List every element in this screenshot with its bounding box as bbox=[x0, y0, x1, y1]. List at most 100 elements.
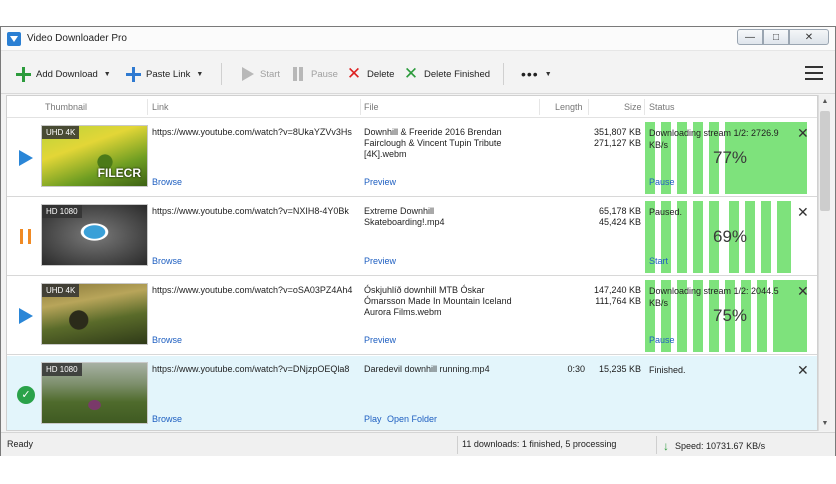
ready-text: Ready bbox=[7, 439, 34, 449]
title-bar: Video Downloader Pro — □ ✕ bbox=[1, 27, 835, 51]
vertical-scrollbar[interactable]: ▲ ▼ bbox=[818, 95, 830, 431]
status-cell: Finished. bbox=[645, 359, 807, 430]
status-bar: Ready 11 downloads: 1 finished, 5 proces… bbox=[1, 432, 835, 456]
column-length[interactable]: Length bbox=[555, 102, 583, 112]
start-button[interactable]: Start bbox=[239, 66, 280, 82]
video-thumbnail: HD 1080 bbox=[41, 362, 148, 424]
pause-button[interactable]: Pause bbox=[290, 66, 338, 82]
delete-finished-label: Delete Finished bbox=[424, 68, 491, 80]
column-thumbnail[interactable]: Thumbnail bbox=[45, 102, 87, 112]
start-link[interactable]: Start bbox=[649, 256, 668, 266]
file-name: Downhill & Freeride 2016 Brendan Fairclo… bbox=[364, 127, 502, 159]
file-name: Óskjuhlíð downhill MTB Óskar Ómarsson Ma… bbox=[364, 285, 512, 317]
link-url: https://www.youtube.com/watch?v=8UkaYZVv… bbox=[152, 127, 352, 137]
browse-link[interactable]: Browse bbox=[152, 414, 182, 424]
size-values: 65,178 KB 45,424 KB bbox=[598, 206, 641, 227]
download-row[interactable]: ✓ HD 1080 https://www.youtube.com/watch?… bbox=[7, 356, 817, 430]
preview-link[interactable]: Preview bbox=[364, 256, 396, 266]
delete-x-icon: ✕ bbox=[346, 64, 362, 83]
more-dots-icon: ••• bbox=[521, 66, 539, 82]
remove-row-icon[interactable]: ✕ bbox=[797, 362, 809, 379]
status-cell: Downloading stream 1/2: 2726.9 KB/s 77% … bbox=[645, 122, 807, 194]
paste-link-button[interactable]: Paste Link ▼ bbox=[125, 66, 203, 82]
pause-link[interactable]: Pause bbox=[649, 335, 675, 345]
remove-row-icon[interactable]: ✕ bbox=[797, 125, 809, 142]
quality-badge: UHD 4K bbox=[42, 284, 80, 297]
window-title: Video Downloader Pro bbox=[27, 33, 127, 44]
scroll-down-icon[interactable]: ▼ bbox=[820, 419, 830, 429]
column-file[interactable]: File bbox=[364, 102, 379, 112]
preview-link[interactable]: Preview bbox=[364, 177, 396, 187]
browse-link[interactable]: Browse bbox=[152, 256, 182, 266]
download-row[interactable]: UHD 4K https://www.youtube.com/watch?v=o… bbox=[7, 277, 817, 355]
link-url: https://www.youtube.com/watch?v=DNjzpOEQ… bbox=[152, 364, 350, 374]
status-text: Paused. bbox=[649, 207, 683, 217]
toolbar-divider bbox=[221, 63, 222, 85]
status-cell: Downloading stream 1/2: 2044.5 KB/s 75% … bbox=[645, 280, 807, 352]
checkmark-icon: ✓ bbox=[17, 386, 35, 404]
link-url: https://www.youtube.com/watch?v=NXIH8-4Y… bbox=[152, 206, 349, 216]
chevron-down-icon: ▼ bbox=[544, 70, 552, 78]
plus-icon bbox=[15, 66, 31, 82]
status-cell: Paused. 69% Start bbox=[645, 201, 807, 273]
length-value: 0:30 bbox=[567, 364, 585, 374]
video-thumbnail: HD 1080 bbox=[41, 204, 148, 266]
browse-link[interactable]: Browse bbox=[152, 177, 182, 187]
browse-link[interactable]: Browse bbox=[152, 335, 182, 345]
paste-link-label: Paste Link bbox=[146, 68, 191, 80]
add-download-label: Add Download bbox=[36, 68, 98, 80]
downloads-count: 11 downloads: 1 finished, 5 processing bbox=[462, 439, 617, 449]
remove-row-icon[interactable]: ✕ bbox=[797, 283, 809, 300]
open-folder-link[interactable]: Open Folder bbox=[387, 414, 437, 424]
pause-link[interactable]: Pause bbox=[649, 177, 675, 187]
remove-row-icon[interactable]: ✕ bbox=[797, 204, 809, 221]
size-values: 351,807 KB 271,127 KB bbox=[593, 127, 641, 148]
preview-link[interactable]: Preview bbox=[364, 335, 396, 345]
progress-percent: 69% bbox=[712, 227, 748, 246]
minimize-button[interactable]: — bbox=[737, 29, 763, 45]
file-name: Daredevil downhill running.mp4 bbox=[364, 364, 490, 374]
pause-icon[interactable] bbox=[17, 228, 35, 246]
quality-badge: HD 1080 bbox=[42, 363, 82, 376]
chevron-down-icon[interactable]: ▼ bbox=[104, 71, 111, 78]
app-logo-icon bbox=[7, 32, 21, 46]
play-icon[interactable] bbox=[17, 307, 35, 325]
start-label: Start bbox=[260, 68, 281, 80]
size-values: 15,235 KB bbox=[598, 364, 641, 374]
toolbar: Add Download ▼ Paste Link ▼ Start Pause … bbox=[1, 52, 835, 94]
play-icon[interactable] bbox=[17, 149, 35, 167]
size-values: 147,240 KB 111,764 KB bbox=[593, 285, 641, 306]
speed-text: Speed: 10731.67 KB/s bbox=[675, 441, 766, 451]
progress-percent: 75% bbox=[712, 306, 748, 325]
download-row[interactable]: UHD 4K FILECR https://www.youtube.com/wa… bbox=[7, 119, 817, 197]
progress-percent: 77% bbox=[712, 148, 748, 167]
download-arrow-icon: ↓ bbox=[663, 439, 669, 453]
column-size[interactable]: Size bbox=[624, 102, 642, 112]
download-row[interactable]: HD 1080 https://www.youtube.com/watch?v=… bbox=[7, 198, 817, 276]
delete-button[interactable]: ✕ Delete bbox=[346, 64, 395, 83]
video-thumbnail: UHD 4K bbox=[41, 283, 148, 345]
file-name: Extreme Downhill Skateboarding!.mp4 bbox=[364, 206, 445, 227]
toolbar-divider bbox=[503, 63, 504, 85]
menu-icon[interactable] bbox=[805, 66, 823, 80]
plus-icon bbox=[125, 66, 141, 82]
quality-badge: UHD 4K bbox=[42, 126, 80, 139]
close-window-button[interactable]: ✕ bbox=[789, 29, 829, 45]
pause-label: Pause bbox=[311, 68, 338, 80]
chevron-down-icon[interactable]: ▼ bbox=[196, 71, 203, 78]
column-status[interactable]: Status bbox=[649, 102, 675, 112]
play-link[interactable]: Play bbox=[364, 414, 382, 424]
status-text: Finished. bbox=[649, 365, 686, 375]
add-download-button[interactable]: Add Download ▼ bbox=[15, 66, 111, 82]
downloads-list: Thumbnail Link File Length Size Status U… bbox=[6, 95, 818, 431]
column-link[interactable]: Link bbox=[152, 102, 169, 112]
delete-finished-x-icon: ✕ bbox=[403, 64, 419, 83]
play-icon bbox=[239, 66, 255, 82]
scroll-up-icon[interactable]: ▲ bbox=[820, 97, 830, 107]
scroll-thumb[interactable] bbox=[820, 111, 830, 211]
maximize-button[interactable]: □ bbox=[763, 29, 789, 45]
delete-finished-button[interactable]: ✕ Delete Finished bbox=[403, 64, 491, 83]
more-options-button[interactable]: ••• ▼ bbox=[521, 66, 552, 82]
watermark-text: FILECR bbox=[97, 166, 141, 180]
speed-indicator: ↓ Speed: 10731.67 KB/s bbox=[663, 439, 765, 453]
